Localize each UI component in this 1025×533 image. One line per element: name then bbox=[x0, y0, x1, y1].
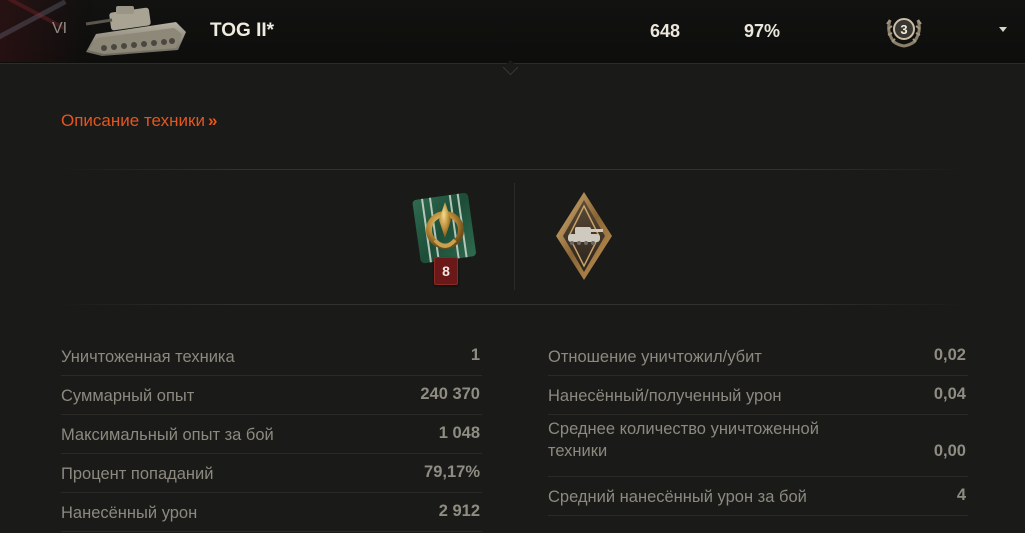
stat-value: 0,00 bbox=[933, 442, 966, 460]
stat-label: Отношение уничтожил/убит bbox=[548, 348, 762, 366]
diamond-tank-badge-icon[interactable] bbox=[553, 190, 615, 282]
win-rate: 97% bbox=[744, 21, 781, 41]
tank-thumbnail-icon bbox=[85, 6, 186, 56]
stat-row-hit-ratio: Процент попаданий 79,17% bbox=[61, 454, 482, 493]
vehicle-tier: VI bbox=[52, 20, 68, 37]
stat-value: 1 bbox=[470, 346, 480, 364]
united-kingdom-flag-icon bbox=[0, 0, 92, 62]
stat-label: Уничтоженная техника bbox=[61, 348, 235, 366]
battles-count: 648 bbox=[650, 21, 681, 41]
stat-value: 4 bbox=[956, 486, 966, 504]
double-chevron-right-icon: » bbox=[207, 111, 218, 130]
vehicle-name: TOG II* bbox=[210, 20, 275, 41]
divider bbox=[56, 169, 968, 170]
stat-value: 240 370 bbox=[420, 385, 480, 403]
stat-label: Среднее количество уничтоженной техники bbox=[548, 420, 819, 460]
stat-value: 0,04 bbox=[933, 385, 966, 403]
stat-label: Процент попаданий bbox=[61, 465, 214, 483]
stat-label: Нанесённый урон bbox=[61, 504, 198, 522]
stat-label: Максимальный опыт за бой bbox=[61, 426, 274, 444]
stat-value: 2 912 bbox=[438, 502, 480, 520]
dropdown-arrow-icon[interactable] bbox=[999, 27, 1007, 32]
mastery-badge-icon: 3 bbox=[886, 18, 922, 48]
stat-label: Суммарный опыт bbox=[61, 387, 195, 405]
divider bbox=[56, 304, 968, 305]
vehicle-row-header[interactable]: VI TOG II* 648 97% 3 bbox=[0, 0, 1025, 64]
stat-value: 1 048 bbox=[438, 424, 480, 442]
stat-row-avg-damage: Средний нанесённый урон за бой 4 bbox=[548, 477, 968, 516]
stat-label: Нанесённый/полученный урон bbox=[548, 387, 782, 405]
award-count-badge: 8 bbox=[434, 257, 458, 285]
stat-row-destroyed-vehicles: Уничтоженная техника 1 bbox=[61, 337, 482, 376]
vehicle-description-link[interactable]: Описание техники» bbox=[61, 111, 217, 131]
mastery-level: 3 bbox=[900, 22, 907, 37]
awards-divider bbox=[514, 183, 515, 290]
stat-row-damage-dealt: Нанесённый урон 2 912 bbox=[61, 493, 482, 532]
stat-label: Средний нанесённый урон за бой bbox=[548, 488, 807, 506]
vehicle-description-label: Описание техники bbox=[61, 111, 205, 130]
stat-row-total-experience: Суммарный опыт 240 370 bbox=[61, 376, 482, 415]
stat-row-kill-death-ratio: Отношение уничтожил/убит 0,02 bbox=[548, 337, 968, 376]
stat-row-damage-ratio: Нанесённый/полученный урон 0,04 bbox=[548, 376, 968, 415]
stat-value: 79,17% bbox=[424, 463, 480, 481]
stat-row-avg-destroyed: Среднее количество уничтоженной техники … bbox=[548, 415, 968, 477]
stat-row-max-experience: Максимальный опыт за бой 1 048 bbox=[61, 415, 482, 454]
stat-value: 0,02 bbox=[933, 346, 966, 364]
